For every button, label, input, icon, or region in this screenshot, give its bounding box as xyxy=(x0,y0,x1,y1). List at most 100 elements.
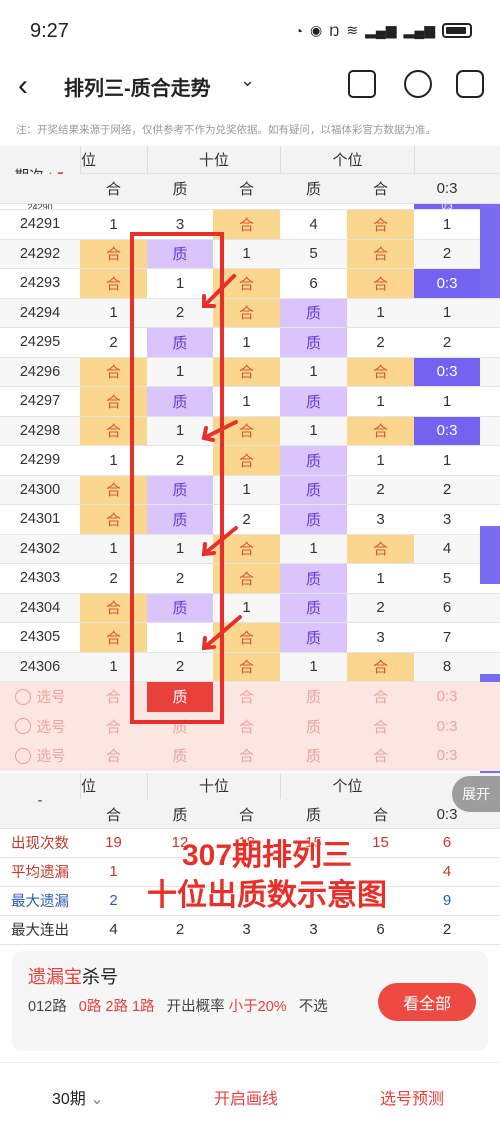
stats-cell: 9 xyxy=(442,892,452,909)
stats-cell: 4 xyxy=(442,863,452,880)
sub-header: 合 xyxy=(105,806,121,824)
select-cell[interactable]: 质 xyxy=(280,712,347,742)
expand-button[interactable]: 展开 xyxy=(452,776,500,812)
table-cell: 合 xyxy=(347,357,414,386)
sub-header: 质 xyxy=(172,806,188,824)
stats-cell: 3 xyxy=(242,921,251,938)
share-icon[interactable] xyxy=(404,70,432,98)
select-cell[interactable]: 0:3 xyxy=(414,741,480,771)
ratio-cell: 0:3 xyxy=(414,204,480,209)
status-bar: 9:27 ◔ ◉ Ŋ ≋ ▂▄▆ ▂▄▆ xyxy=(0,0,500,60)
period-cell: 24303 xyxy=(19,570,61,587)
table-cell: 质 xyxy=(280,623,347,652)
table-cell: 1 xyxy=(376,392,385,410)
select-cell[interactable]: 合 xyxy=(347,712,414,742)
table-cell: 合 xyxy=(347,210,414,239)
select-cell[interactable]: 质 xyxy=(280,741,347,771)
stats-cell: 2 xyxy=(442,921,452,938)
table-row: 24302 1 1 合 1 合 4 xyxy=(0,534,500,564)
select-circle-icon[interactable] xyxy=(14,688,31,705)
table-cell: 1 xyxy=(442,215,452,233)
sub-header: 合 xyxy=(372,806,388,824)
signal-icon: ▂▄▆ xyxy=(365,22,397,38)
table-cell: 6 xyxy=(309,274,318,292)
select-row: 选号合质合质合 0:3 xyxy=(0,682,500,712)
table-row: 24292 合质 1 5 合 2 xyxy=(0,239,500,269)
sub-header: 0:3 xyxy=(436,180,458,197)
table-cell: 1 xyxy=(376,451,385,469)
select-circle-icon[interactable] xyxy=(14,718,31,735)
select-cell[interactable]: 合 xyxy=(347,741,414,771)
sub-header: 合 xyxy=(238,181,254,198)
table-cell: 4 xyxy=(442,540,452,558)
table-cell: 1 xyxy=(442,304,452,322)
table-row: 24301 合质 2 质 3 3 xyxy=(0,505,500,535)
select-text: 选号 xyxy=(36,690,66,707)
table-cell: 2 xyxy=(376,481,385,499)
draw-line-button[interactable]: 开启画线 xyxy=(214,1085,278,1109)
table-cell: 3 xyxy=(376,628,385,646)
select-cell[interactable]: 0:3 xyxy=(414,682,480,712)
table-cell: 2 xyxy=(376,333,385,351)
period-cell: 24304 xyxy=(19,599,61,616)
select-circle-icon[interactable] xyxy=(14,747,31,764)
period-cell: 24299 xyxy=(19,452,61,469)
chevron-down-icon[interactable]: ⌄ xyxy=(240,70,255,91)
footer-group-row: - 位十位 个位合质合质合 0:3 xyxy=(0,772,500,829)
nfc-icon: Ŋ xyxy=(329,22,340,39)
stats-label: 平均遗漏 xyxy=(11,865,69,881)
table-cell: 0:3 xyxy=(414,269,480,298)
header-sub-row: 合 质 合 质 合 0:3 xyxy=(0,174,500,204)
footer-dash: - xyxy=(37,792,43,809)
stats-cell: 3 xyxy=(309,921,318,938)
table-row: 24298 合 1 合 1 合 0:3 xyxy=(0,416,500,446)
select-cell[interactable]: 合 xyxy=(80,741,147,771)
title-bar: ‹ 排列三-质合走势 ⌄ xyxy=(0,60,500,112)
table-row: 24303 2 2 合质 1 5 xyxy=(0,564,500,594)
select-label[interactable]: 选号 xyxy=(0,682,80,712)
select-cell[interactable]: 合 xyxy=(213,741,280,771)
settings-icon[interactable] xyxy=(456,70,484,98)
back-icon[interactable]: ‹ xyxy=(18,68,48,104)
select-label[interactable]: 选号 xyxy=(0,712,80,742)
annotation-overlay: 307期排列三 十位出质数示意图 xyxy=(112,836,422,916)
table-cell: 质 xyxy=(280,298,347,327)
sub-header: 合 xyxy=(105,181,121,198)
table-row: 24294 1 2 合质 1 1 xyxy=(0,298,500,328)
eye-icon: ◉ xyxy=(310,22,323,38)
period-cell: 24298 xyxy=(19,422,61,439)
select-label[interactable]: 选号 xyxy=(0,741,80,771)
highlight-box xyxy=(130,232,224,724)
table-row: 24304 合质 1 质 2 6 xyxy=(0,593,500,623)
period-cell: 24292 xyxy=(19,245,61,262)
select-cell[interactable]: 质 xyxy=(280,682,347,712)
table-cell: 质 xyxy=(280,475,347,504)
predict-button[interactable]: 选号预测 xyxy=(380,1085,444,1109)
period-cell: 24296 xyxy=(19,363,61,380)
table-cell: 7 xyxy=(442,628,452,646)
table-cell: 1 xyxy=(442,451,452,469)
table-cell: 5 xyxy=(309,245,318,263)
period-cell: 24297 xyxy=(19,393,61,410)
table-cell: 质 xyxy=(280,328,347,357)
table-row: 24305 合 1 合质 3 7 xyxy=(0,623,500,653)
period-cell: 24305 xyxy=(19,629,61,646)
select-cell[interactable]: 0:3 xyxy=(414,712,480,742)
table-cell: 质 xyxy=(280,446,347,475)
card-line: 012路 0路 2路 1路 开出概率 小于20% 不选 xyxy=(28,999,328,1015)
display-icon[interactable] xyxy=(348,70,376,98)
select-cell[interactable]: 质 xyxy=(147,741,213,771)
table-cell: 合 xyxy=(347,652,414,681)
page-title[interactable]: 排列三-质合走势 xyxy=(64,72,211,101)
periods-selector[interactable]: 30期 ⌄ xyxy=(52,1085,104,1109)
select-cell[interactable]: 合 xyxy=(347,682,414,712)
view-all-button[interactable]: 看全部 xyxy=(378,983,476,1021)
column-group-header: 位 xyxy=(80,772,147,799)
table-row: 24306 1 2 合 1 合 8 xyxy=(0,652,500,682)
table-cell: 1 xyxy=(309,658,318,676)
period-cell: 24290 xyxy=(27,204,53,210)
select-text: 选号 xyxy=(36,719,66,736)
period-cell: 24295 xyxy=(19,334,61,351)
select-text: 选号 xyxy=(36,749,66,766)
period-cell: 24294 xyxy=(19,304,61,321)
